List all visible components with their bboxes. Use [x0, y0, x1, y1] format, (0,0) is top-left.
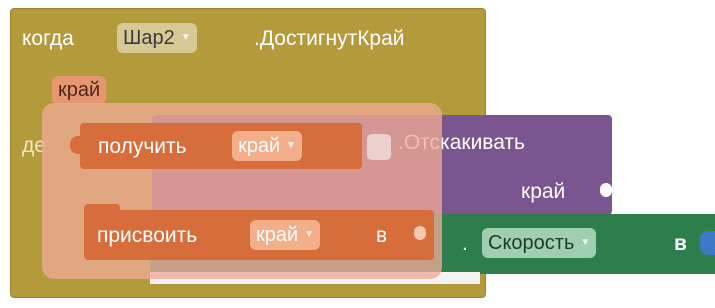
set-to-label: в: [376, 224, 388, 247]
bounce-arg-socket[interactable]: [600, 183, 612, 197]
dropdown-arrow-icon: ▼: [286, 140, 297, 151]
set-variable-value: край: [256, 224, 299, 246]
edge-parameter-label: край: [58, 79, 101, 101]
set-block-connector: [84, 204, 120, 214]
component-dropdown-value: Шар2: [123, 27, 175, 49]
event-name-label: .ДостигнутКрай: [254, 27, 405, 50]
bounce-arg-label: край: [521, 180, 566, 203]
speed-value-socket[interactable]: [700, 231, 715, 255]
dropdown-arrow-icon: ▼: [580, 237, 591, 248]
set-value-socket[interactable]: [414, 226, 426, 240]
dropdown-arrow-icon: ▼: [304, 229, 315, 240]
set-variable-dropdown[interactable]: край ▼: [250, 220, 321, 250]
set-label: присвоить: [97, 224, 198, 247]
get-block-connector: [70, 136, 84, 154]
edge-parameter-chip[interactable]: край: [52, 76, 107, 104]
speed-dot-label: .: [462, 232, 468, 255]
when-label: когда: [22, 27, 74, 50]
dropdown-arrow-icon: ▼: [180, 32, 191, 43]
ghost-field: [367, 134, 391, 160]
speed-property-value: Скорость: [488, 232, 575, 254]
get-label: получить: [98, 135, 187, 158]
component-dropdown[interactable]: Шар2 ▼: [117, 23, 197, 53]
get-variable-dropdown[interactable]: край ▼: [232, 131, 303, 161]
speed-to-label: в: [674, 232, 687, 255]
speed-property-dropdown[interactable]: Скорость ▼: [482, 228, 597, 258]
get-variable-value: край: [238, 135, 281, 157]
